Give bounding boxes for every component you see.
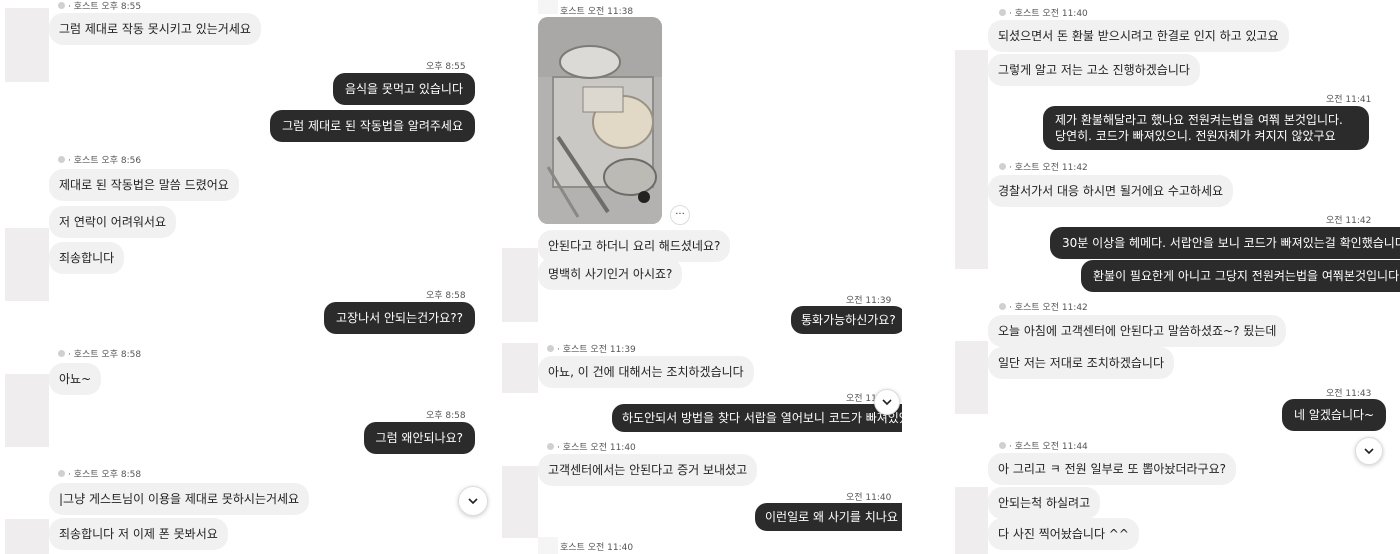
received-message: 오늘 아침에 고객센터에 안된다고 말씀하셨죠~? 됬는데 [988, 315, 1287, 347]
message-header: · 호스트 오후 8:55 [58, 0, 141, 12]
user-dot-icon [58, 2, 65, 9]
message-header: · 호스트 오후 8:58 [58, 347, 141, 360]
chat-panel-3: · 호스트 오전 11:40 되셨으면서 돈 환불 받으시려고 한결로 인지 하… [952, 0, 1400, 554]
avatar [955, 487, 988, 554]
header-text: 호스트 오전 11:40 [560, 543, 634, 553]
avatar [5, 8, 49, 82]
message-time: 오전 11:39 [846, 296, 892, 306]
sent-message: 그럼 제대로 된 작동법을 알려주세요 [270, 110, 475, 142]
header-text: · 호스트 오전 11:39 [557, 345, 636, 355]
scroll-down-button[interactable] [874, 389, 900, 415]
header-text: · 호스트 오후 8:55 [68, 2, 142, 12]
user-dot-icon [999, 9, 1006, 16]
header-text: · 호스트 오전 11:42 [1009, 163, 1088, 173]
message-time: 오후 8:58 [426, 291, 466, 301]
message-time: 오전 11:41 [1326, 95, 1372, 105]
avatar [955, 341, 988, 414]
message-header: · 호스트 오전 11:42 [999, 300, 1088, 313]
user-dot-icon [58, 156, 65, 163]
received-message: 그럼 제대로 작동 못시키고 있는거세요 [49, 13, 261, 45]
received-message: 안되는척 하실려고 [988, 487, 1101, 519]
received-message: 그렇게 알고 저는 고소 진행하겠습니다 [988, 54, 1200, 86]
received-message: 아뇨~ [49, 363, 102, 395]
message-time: 오후 8:55 [426, 62, 466, 72]
shared-photo[interactable] [538, 17, 662, 224]
received-message: 제대로 된 작동법은 말씀 드렸어요 [49, 169, 239, 201]
more-options-button[interactable]: ··· [670, 205, 690, 225]
header-text: · 호스트 오후 8:58 [68, 350, 142, 360]
received-message: 명백히 사기인거 아시죠? [538, 258, 683, 290]
chevron-down-icon [468, 498, 478, 505]
sent-message: 이런일로 왜 사기를 치나요 ? [755, 503, 902, 531]
received-message: 저 연락이 어려워서요 [49, 206, 176, 238]
avatar [5, 374, 49, 447]
scroll-down-button[interactable] [458, 486, 488, 516]
sent-message: 환불이 필요한게 아니고 그당지 전원켜는법을 여쭤본것입니다 [1081, 260, 1400, 292]
header-text: · 호스트 오전 11:42 [1009, 303, 1088, 313]
received-message: 다 사진 찍어놨습니다 ^^ [988, 518, 1139, 550]
received-message: 죄송합니다 저 이제 폰 못봐서요 [49, 518, 228, 550]
user-dot-icon [999, 303, 1006, 310]
header-text: · 호스트 오전 11:40 [557, 443, 636, 453]
message-header: · 호스트 오전 11:39 [547, 342, 636, 355]
sent-message: 제가 환불해달라고 했나요 전원켜는법을 여쭤 본것입니다. 당연히. 코드가 … [1043, 106, 1369, 150]
sent-message: 음식을 못먹고 있습니다 [332, 73, 475, 105]
sent-message: 네 알겠습니다~ [1282, 399, 1387, 431]
received-message: 일단 저는 저대로 조치하겠습니다 [988, 347, 1175, 379]
sent-message: 고장나서 안되는건가요?? [324, 302, 475, 334]
received-message: 아 그리고 ㅋ 전원 일부로 또 뽑아놨더라구요? [988, 453, 1236, 485]
avatar [5, 519, 49, 554]
header-text: · 호스트 오후 8:58 [68, 470, 142, 480]
message-header: · 호스트 오후 8:58 [58, 467, 141, 480]
sent-message: 하도안되서 방법을 찾다 서랍을 열어보니 코드가 빠져있었습니다 [612, 404, 902, 432]
message-header: · 호스트 오전 11:40 [999, 6, 1088, 19]
user-dot-icon [547, 345, 554, 352]
avatar [5, 228, 49, 301]
user-dot-icon [999, 163, 1006, 170]
photo-image [538, 17, 662, 224]
avatar [955, 124, 988, 269]
user-dot-icon [58, 470, 65, 477]
avatar [955, 50, 988, 124]
received-message: |그냥 게스트님이 이용을 제대로 못하시는거세요 [49, 483, 310, 515]
message-time: 오전 11:42 [1326, 216, 1372, 226]
more-options-icon: ··· [675, 209, 685, 220]
sent-message: 30분 이상을 헤메다. 서랍안을 보니 코드가 빠져있는걸 확인했습니다 [1050, 227, 1400, 259]
sent-message: 그럼 왜안되나요? [363, 422, 475, 454]
message-header: · 호스트 오전 11:44 [999, 439, 1088, 452]
received-message: 죄송합니다 [49, 242, 125, 274]
message-header: · 호스트 오전 11:40 [547, 440, 636, 453]
header-text: · 호스트 오전 11:40 [1009, 9, 1088, 19]
header-text: · 호스트 오전 11:44 [1009, 442, 1088, 452]
chevron-down-icon [882, 399, 892, 406]
received-message: 아뇨, 이 건에 대해서는 조치하겠습니다 [538, 356, 754, 388]
message-header: 호스트 오전 11:38 [560, 4, 633, 17]
avatar [538, 537, 558, 554]
chevron-down-icon [1364, 448, 1374, 455]
avatar [502, 248, 538, 322]
message-time: 오후 8:58 [426, 411, 466, 421]
message-time: 오전 11:40 [846, 493, 892, 503]
message-header: · 호스트 오전 11:42 [999, 160, 1088, 173]
avatar [538, 0, 558, 14]
received-message: 고객센터에서는 안된다고 증거 보내셨고 [538, 454, 758, 486]
received-message: 경찰서가서 대응 하시면 될거에요 수고하세요 [988, 175, 1234, 207]
header-text: · 호스트 오후 8:56 [68, 156, 142, 166]
avatar [502, 343, 538, 393]
sent-message: 통화가능하신가요? [791, 306, 902, 334]
chat-panel-1: · 호스트 오후 8:55 그럼 제대로 작동 못시키고 있는거세요 오후 8:… [0, 0, 493, 554]
chat-panel-2: 호스트 오전 11:38 ··· 안된다고 하더니 요리 해드셨네요? 명백히 … [502, 0, 902, 554]
avatar [502, 466, 538, 538]
header-text: 호스트 오전 11:38 [560, 7, 634, 17]
received-message: 되셨으면서 돈 환불 받으시려고 한결로 인지 하고 있고요 [988, 20, 1289, 52]
user-dot-icon [547, 443, 554, 450]
message-time: 오전 11:43 [1326, 389, 1372, 399]
user-dot-icon [999, 442, 1006, 449]
scroll-down-button[interactable] [1355, 437, 1383, 465]
message-header: 호스트 오전 11:40 [560, 540, 633, 553]
message-header: · 호스트 오후 8:56 [58, 153, 141, 166]
user-dot-icon [58, 350, 65, 357]
